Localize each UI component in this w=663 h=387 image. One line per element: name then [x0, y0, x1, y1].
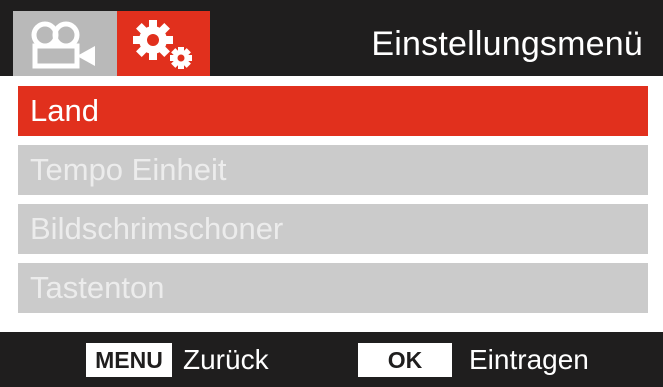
back-action-label: Zurück	[183, 344, 269, 375]
menu-item-speed-unit[interactable]: Tempo Einheit	[18, 145, 648, 195]
enter-action-label: Eintragen	[469, 344, 589, 375]
footer-bar: MENU Zurück OK Eintragen	[0, 332, 663, 387]
menu-key-button[interactable]: MENU	[86, 343, 172, 377]
settings-screen: Einstellungsmenü Land Tempo Einheit Bild…	[0, 0, 663, 387]
video-camera-icon	[31, 21, 95, 68]
ok-key-button[interactable]: OK	[358, 343, 452, 377]
menu-item-screensaver[interactable]: Bildschrimschoner	[18, 204, 648, 254]
settings-menu-list: Land Tempo Einheit Bildschrimschoner Tas…	[18, 86, 648, 322]
menu-item-land[interactable]: Land	[18, 86, 648, 136]
gears-icon	[132, 19, 192, 69]
header-bar: Einstellungsmenü	[0, 0, 663, 76]
menu-item-key-tone[interactable]: Tastenton	[18, 263, 648, 313]
page-title: Einstellungsmenü	[371, 25, 643, 63]
tab-settings[interactable]	[117, 11, 210, 76]
tab-video-mode[interactable]	[13, 11, 117, 76]
